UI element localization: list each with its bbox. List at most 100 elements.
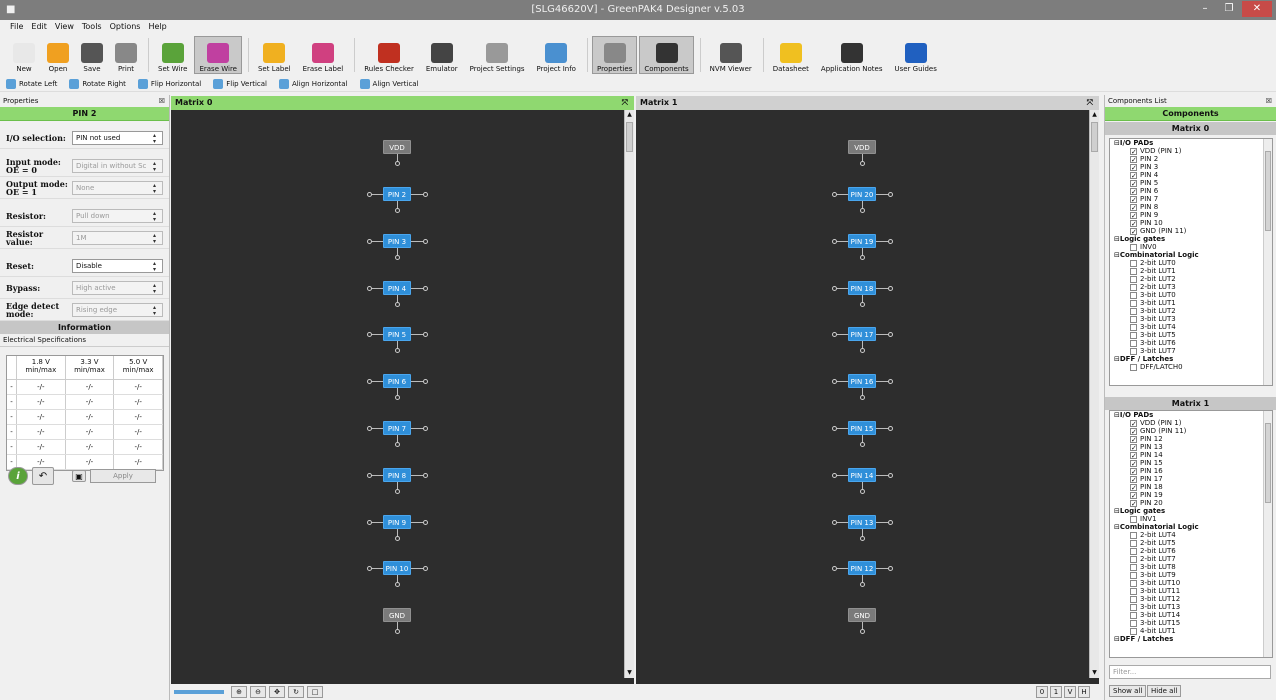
checkbox[interactable]: ✓ — [1130, 147, 1137, 155]
connection-port[interactable] — [860, 582, 865, 588]
connection-port[interactable] — [395, 395, 400, 401]
undo-icon[interactable]: ↶ — [32, 467, 54, 485]
project-settings-button[interactable]: Project Settings — [465, 36, 530, 74]
connection-port[interactable] — [367, 285, 372, 291]
expand-icon[interactable]: ⤧ — [622, 96, 628, 110]
pin-block[interactable]: PIN 3 — [383, 233, 411, 248]
tree-item[interactable]: 3-bit LUT8 — [1110, 563, 1272, 571]
tree-scrollbar[interactable] — [1263, 139, 1272, 385]
erase-label-button[interactable]: Erase Label — [298, 36, 349, 74]
page-button-1[interactable]: 1 — [1050, 686, 1062, 698]
connection-port[interactable] — [888, 379, 893, 385]
tree-item[interactable]: 3-bit LUT2 — [1110, 307, 1272, 315]
pin-block[interactable]: PIN 2 — [383, 187, 411, 201]
checkbox[interactable]: ✓ — [1130, 219, 1137, 227]
menu-tools[interactable]: Tools — [82, 20, 102, 34]
connection-port[interactable] — [367, 192, 372, 197]
gnd-block[interactable]: GND — [383, 608, 411, 622]
rotate-right-button[interactable]: Rotate Right — [69, 78, 126, 89]
menu-file[interactable]: File — [10, 20, 23, 34]
print-button[interactable]: Print — [110, 36, 142, 74]
close-button[interactable]: ✕ — [1242, 1, 1272, 17]
checkbox[interactable] — [1130, 611, 1137, 619]
tree-item[interactable]: ✓ PIN 2 — [1110, 155, 1272, 163]
connection-port[interactable] — [423, 238, 428, 244]
tree-item[interactable]: ✓ PIN 12 — [1110, 435, 1272, 443]
connection-port[interactable] — [860, 301, 865, 307]
tree-item[interactable]: ✓ PIN 14 — [1110, 451, 1272, 459]
tree-item[interactable]: ✓ PIN 18 — [1110, 483, 1272, 491]
checkbox[interactable]: ✓ — [1130, 491, 1137, 499]
tree-item[interactable]: INV1 — [1110, 515, 1272, 523]
checkbox[interactable]: ✓ — [1130, 179, 1137, 187]
connection-port[interactable] — [423, 192, 428, 197]
checkbox[interactable] — [1130, 339, 1137, 347]
checkbox[interactable]: ✓ — [1130, 435, 1137, 443]
connection-port[interactable] — [832, 238, 837, 244]
tree-item[interactable]: ✓ PIN 10 — [1110, 219, 1272, 227]
fit-view-icon[interactable]: ✥ — [269, 686, 285, 698]
checkbox[interactable]: ✓ — [1130, 467, 1137, 475]
pin-block[interactable]: PIN 15 — [848, 421, 876, 435]
tree-category[interactable]: Logic gates — [1110, 507, 1272, 515]
checkbox[interactable]: ✓ — [1130, 227, 1137, 235]
tree-item[interactable]: 3-bit LUT3 — [1110, 315, 1272, 323]
page-button-v[interactable]: V — [1064, 686, 1076, 698]
tree-item[interactable]: ✓ PIN 6 — [1110, 187, 1272, 195]
pin-block[interactable]: PIN 5 — [383, 327, 411, 342]
connection-port[interactable] — [423, 566, 428, 572]
connection-port[interactable] — [888, 472, 893, 478]
maximize-button[interactable]: ❐ — [1218, 1, 1240, 17]
matrix-0-component-tree[interactable]: I/O PADs✓VDD (PIN 1)✓PIN 2✓PIN 3✓PIN 4✓P… — [1109, 138, 1273, 386]
connection-port[interactable] — [832, 519, 837, 525]
checkbox[interactable] — [1130, 259, 1137, 267]
connection-port[interactable] — [395, 348, 400, 354]
pin-block[interactable]: PIN 17 — [848, 327, 876, 342]
checkbox[interactable] — [1130, 315, 1137, 323]
close-panel-icon[interactable]: ☒ — [1266, 95, 1272, 107]
tree-item[interactable]: 2-bit LUT2 — [1110, 275, 1272, 283]
hide-all-button[interactable]: Hide all — [1147, 685, 1182, 697]
checkbox[interactable] — [1130, 619, 1137, 627]
pin-block[interactable]: PIN 6 — [383, 374, 411, 389]
tree-item[interactable]: ✓ PIN 7 — [1110, 195, 1272, 203]
align-horizontal-button[interactable]: Align Horizontal — [279, 78, 348, 89]
connection-port[interactable] — [888, 192, 893, 197]
connection-port[interactable] — [367, 238, 372, 244]
tree-item[interactable]: ✓ PIN 19 — [1110, 491, 1272, 499]
connection-port[interactable] — [367, 426, 372, 431]
tree-item[interactable]: 3-bit LUT7 — [1110, 347, 1272, 355]
connection-port[interactable] — [860, 254, 865, 260]
connection-port[interactable] — [860, 348, 865, 354]
checkbox[interactable] — [1130, 331, 1137, 339]
tree-item[interactable]: 2-bit LUT5 — [1110, 539, 1272, 547]
connection-port[interactable] — [832, 379, 837, 385]
checkbox[interactable]: ✓ — [1130, 195, 1137, 203]
application-notes-button[interactable]: Application Notes — [816, 36, 888, 74]
connection-port[interactable] — [367, 519, 372, 525]
tree-category[interactable]: I/O PADs — [1110, 139, 1272, 147]
checkbox[interactable] — [1130, 275, 1137, 283]
project-info-button[interactable]: Project Info — [532, 36, 581, 74]
tree-scrollbar[interactable] — [1263, 411, 1272, 657]
tree-item[interactable]: 3-bit LUT0 — [1110, 291, 1272, 299]
tree-item[interactable]: 4-bit LUT1 — [1110, 627, 1272, 635]
pin-block[interactable]: PIN 19 — [848, 233, 876, 248]
minimize-button[interactable]: – — [1194, 1, 1216, 17]
zoom-slider[interactable] — [174, 690, 224, 694]
checkbox[interactable] — [1130, 563, 1137, 571]
connection-port[interactable] — [367, 379, 372, 385]
checkbox[interactable] — [1130, 531, 1137, 539]
rules-checker-button[interactable]: Rules Checker — [359, 36, 419, 74]
connection-port[interactable] — [395, 254, 400, 260]
tree-category[interactable]: Logic gates — [1110, 235, 1272, 243]
checkbox[interactable] — [1130, 307, 1137, 315]
connection-port[interactable] — [860, 629, 865, 634]
checkbox[interactable] — [1130, 267, 1137, 275]
checkbox[interactable] — [1130, 587, 1137, 595]
menu-options[interactable]: Options — [110, 20, 141, 34]
datasheet-button[interactable]: Datasheet — [768, 36, 814, 74]
connection-port[interactable] — [832, 426, 837, 431]
connection-port[interactable] — [860, 208, 865, 213]
connection-port[interactable] — [860, 161, 865, 166]
